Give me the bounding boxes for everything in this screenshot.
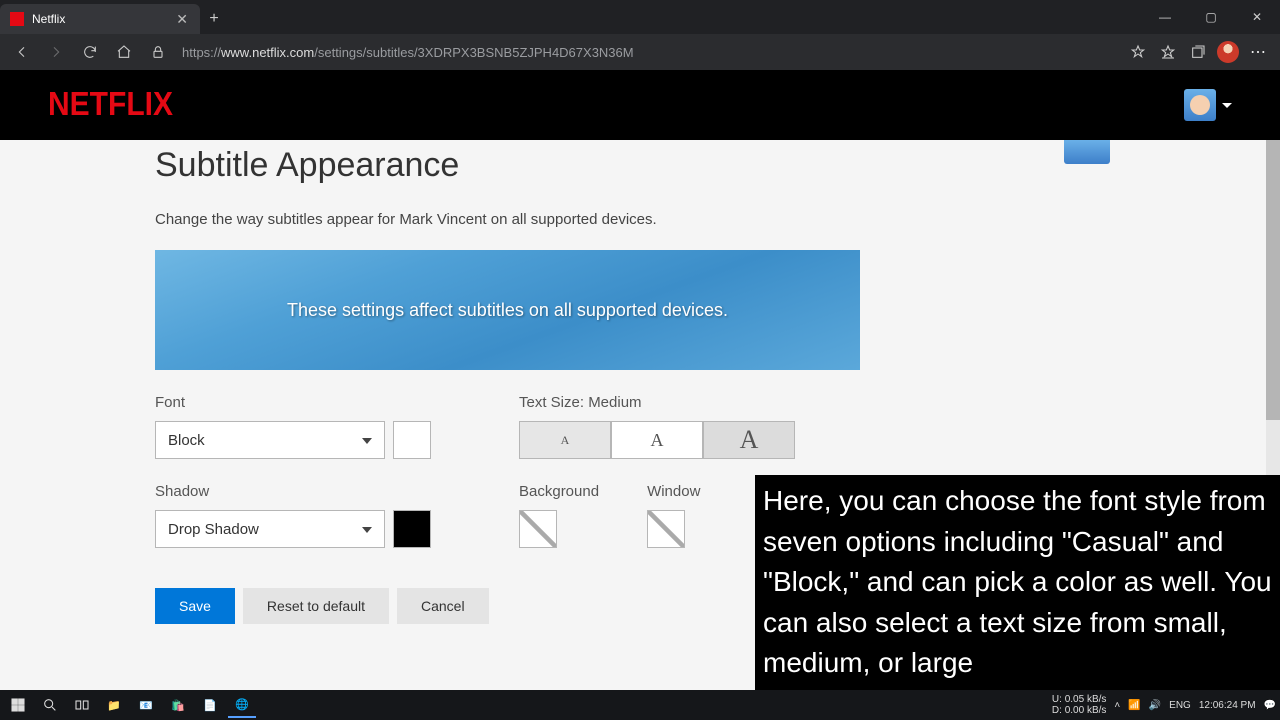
tray-expand-icon[interactable]: ˄: [1114, 700, 1120, 711]
tab-title: Netflix: [32, 12, 168, 26]
volume-icon[interactable]: 🔊: [1149, 700, 1161, 711]
window-color-swatch[interactable]: [647, 510, 685, 548]
text-size-large[interactable]: A: [703, 421, 795, 459]
close-tab-icon[interactable]: ✕: [176, 11, 188, 28]
word-icon[interactable]: 📄: [196, 692, 224, 718]
minimize-window-button[interactable]: —: [1142, 0, 1188, 34]
shadow-value: Drop Shadow: [168, 521, 259, 538]
mail-icon[interactable]: 📧: [132, 692, 160, 718]
file-explorer-icon[interactable]: 📁: [100, 692, 128, 718]
page-subtitle: Change the way subtitles appear for Mark…: [155, 211, 1280, 228]
home-button[interactable]: [110, 38, 138, 66]
scrollbar-thumb[interactable]: [1266, 140, 1280, 420]
shadow-label: Shadow: [155, 483, 431, 500]
font-select[interactable]: Block: [155, 421, 385, 459]
wifi-icon[interactable]: 📶: [1128, 700, 1140, 711]
text-size-medium[interactable]: A: [611, 421, 703, 459]
system-tray[interactable]: U: 0.05 kB/s D: 0.00 kB/s ˄ 📶 🔊 ENG 12:0…: [1052, 694, 1276, 716]
shadow-color-swatch[interactable]: [393, 510, 431, 548]
caret-down-icon: [362, 527, 372, 538]
store-icon[interactable]: 🛍️: [164, 692, 192, 718]
text-size-label: Text Size: Medium: [519, 394, 795, 411]
start-button[interactable]: [4, 692, 32, 718]
preview-text: These settings affect subtitles on all s…: [287, 300, 728, 321]
more-button[interactable]: ⋯: [1244, 38, 1272, 66]
task-view-button[interactable]: [68, 692, 96, 718]
caret-down-icon: [362, 438, 372, 449]
netflix-header: NETFLIX: [0, 70, 1280, 140]
reset-button[interactable]: Reset to default: [243, 588, 389, 624]
font-value: Block: [168, 432, 205, 449]
background-color-swatch[interactable]: [519, 510, 557, 548]
search-button[interactable]: [36, 692, 64, 718]
collections-button[interactable]: [1184, 38, 1212, 66]
netflix-logo[interactable]: NETFLIX: [48, 86, 173, 123]
forward-button[interactable]: [42, 38, 70, 66]
profile-avatar: [1184, 89, 1216, 121]
new-tab-button[interactable]: +: [200, 4, 228, 34]
close-window-button[interactable]: ✕: [1234, 0, 1280, 34]
font-color-swatch[interactable]: [393, 421, 431, 459]
text-size-group: A A A: [519, 421, 795, 459]
back-button[interactable]: [8, 38, 36, 66]
subtitle-preview: These settings affect subtitles on all s…: [155, 250, 860, 370]
maximize-window-button[interactable]: ▢: [1188, 0, 1234, 34]
caret-down-icon: [1222, 103, 1232, 113]
page-title: Subtitle Appearance: [155, 146, 1280, 185]
profile-menu[interactable]: [1184, 89, 1232, 121]
favorite-button[interactable]: [1124, 38, 1152, 66]
net-speed: U: 0.05 kB/s D: 0.00 kB/s: [1052, 694, 1106, 716]
background-label: Background: [519, 483, 599, 500]
save-button[interactable]: Save: [155, 588, 235, 624]
edge-icon[interactable]: 🌐: [228, 692, 256, 718]
cancel-button[interactable]: Cancel: [397, 588, 489, 624]
profile-side-avatar: [1064, 140, 1110, 164]
notifications-icon[interactable]: 💬: [1264, 700, 1276, 711]
refresh-button[interactable]: [76, 38, 104, 66]
profile-button[interactable]: [1214, 38, 1242, 66]
text-size-small[interactable]: A: [519, 421, 611, 459]
clock[interactable]: 12:06:24 PM: [1199, 700, 1256, 711]
favicon-netflix: [10, 12, 24, 26]
caption-overlay: Here, you can choose the font style from…: [755, 475, 1280, 690]
favorites-list-button[interactable]: [1154, 38, 1182, 66]
window-titlebar: Netflix ✕ + — ▢ ✕: [0, 0, 1280, 34]
lock-icon[interactable]: [144, 38, 172, 66]
url-text[interactable]: https://www.netflix.com/settings/subtitl…: [182, 45, 634, 60]
lang-indicator[interactable]: ENG: [1169, 700, 1191, 711]
taskbar: 📁 📧 🛍️ 📄 🌐 U: 0.05 kB/s D: 0.00 kB/s ˄ 📶…: [0, 690, 1280, 720]
window-label: Window: [647, 483, 700, 500]
font-label: Font: [155, 394, 431, 411]
browser-tab[interactable]: Netflix ✕: [0, 4, 200, 34]
address-bar: https://www.netflix.com/settings/subtitl…: [0, 34, 1280, 70]
shadow-select[interactable]: Drop Shadow: [155, 510, 385, 548]
